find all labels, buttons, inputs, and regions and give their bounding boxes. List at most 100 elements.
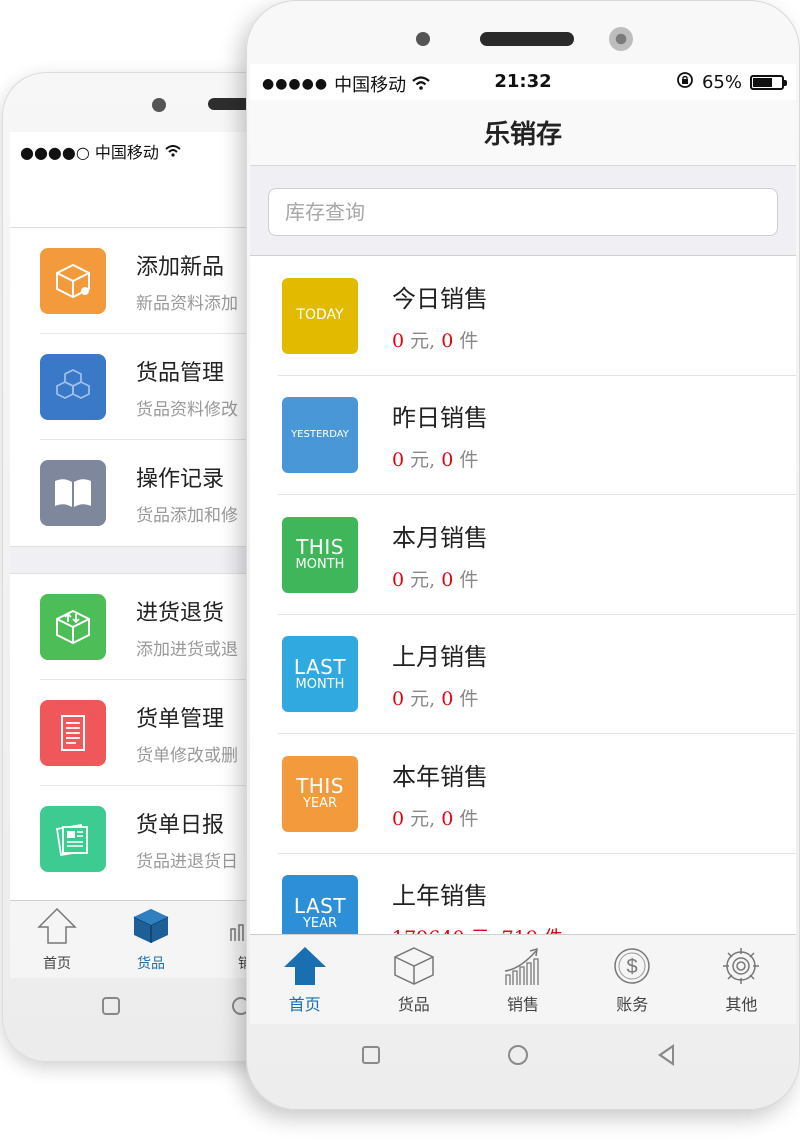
list-item-this-year[interactable]: THIS YEAR 本年销售 0 元, 0 件: [250, 734, 796, 854]
tab-goods[interactable]: 货品: [359, 935, 468, 1024]
unit-jian: 件: [459, 807, 479, 830]
nav-home-button[interactable]: [102, 997, 120, 1015]
speaker-dot: [416, 32, 430, 46]
icon-text-line1: LAST: [293, 893, 347, 918]
tab-label: 首页: [43, 955, 71, 972]
icon-text-line1: LAST: [293, 654, 347, 679]
list-item-yesterday[interactable]: YESTERDAY 昨日销售 0 元, 0 件: [250, 376, 796, 496]
icon-text: YESTERDAY: [291, 429, 349, 440]
today-icon: TODAY: [282, 277, 358, 354]
item-title: 添加新品: [136, 254, 225, 280]
list-item-last-month[interactable]: LAST MONTH 上月销售 0 元, 0 件: [250, 615, 796, 735]
cube-outline-icon: [391, 945, 437, 987]
list-item-this-month[interactable]: THIS MONTH 本月销售 0 元, 0 件: [250, 495, 796, 615]
unit-jian: 件: [459, 568, 479, 591]
cube-add-icon: [40, 248, 106, 314]
item-label: 上年销售: [392, 882, 488, 911]
front-phone-screen: ●●●●● 中国移动 21:32 65% 乐销存 TODAY 今日销售: [250, 64, 796, 1024]
wifi-icon: [165, 142, 181, 161]
icon-text: TODAY: [296, 307, 344, 324]
last-month-icon: LAST MONTH: [282, 636, 358, 713]
tab-label: 账务: [616, 994, 649, 1014]
cubes-icon: [40, 354, 106, 420]
icon-text-line2: YEAR: [302, 796, 338, 812]
item-value: 0 元, 0 件: [392, 326, 488, 353]
system-nav-bar: [246, 1040, 800, 1076]
yesterday-icon: YESTERDAY: [282, 397, 358, 474]
item-title: 进货退货: [136, 600, 225, 626]
back-button[interactable]: [658, 1044, 674, 1066]
icon-text-line2: MONTH: [295, 676, 345, 692]
camera-icon: [609, 27, 633, 51]
icon-text-line1: THIS: [296, 774, 344, 799]
rotation-lock-icon: [676, 71, 694, 94]
book-icon: [40, 460, 106, 526]
tab-label: 货品: [397, 994, 430, 1014]
unit-yuan: 元,: [410, 688, 436, 711]
speaker-slot: [480, 32, 574, 46]
item-subtitle: 货单修改或删: [136, 745, 238, 766]
tab-label: 首页: [288, 994, 321, 1014]
count: 0: [441, 688, 454, 711]
item-label: 昨日销售: [392, 404, 488, 433]
item-subtitle: 添加进货或退: [136, 639, 238, 660]
sales-list: TODAY 今日销售 0 元, 0 件 YESTERDAY 昨日销售 0 元, …: [250, 256, 796, 973]
status-bar: ●●●●● 中国移动 21:32 65%: [250, 64, 796, 100]
unit-yuan: 元,: [410, 329, 436, 352]
dollar-coin-icon: $: [609, 945, 655, 987]
count: 0: [441, 807, 454, 830]
item-value: 0 元, 0 件: [392, 804, 488, 831]
item-label: 今日销售: [392, 284, 488, 313]
list-item-today[interactable]: TODAY 今日销售 0 元, 0 件: [250, 256, 796, 376]
count: 0: [441, 568, 454, 591]
item-title: 货品管理: [136, 360, 225, 386]
icon-text-line2: YEAR: [302, 915, 338, 931]
tab-home[interactable]: 首页: [250, 935, 359, 1024]
unit-jian: 件: [459, 688, 479, 711]
this-year-icon: THIS YEAR: [282, 755, 358, 832]
item-title: 货单管理: [136, 706, 225, 732]
item-label: 本月销售: [392, 523, 488, 552]
svg-text:$: $: [627, 956, 638, 978]
battery-percent: 65%: [701, 72, 742, 93]
item-label: 本年销售: [392, 762, 488, 791]
item-label: 上月销售: [392, 643, 488, 672]
tab-accounts[interactable]: $ 账务: [578, 935, 687, 1024]
unit-jian: 件: [459, 329, 479, 352]
icon-text-line1: THIS: [296, 535, 344, 560]
count: 0: [441, 329, 454, 352]
item-subtitle: 货品进退货日: [136, 851, 238, 872]
document-icon: [40, 700, 106, 766]
unit-yuan: 元,: [410, 568, 436, 591]
carrier: ●●●●○ 中国移动: [20, 143, 159, 162]
gear-icon: [718, 945, 764, 987]
item-subtitle: 货品添加和修: [136, 505, 238, 526]
amount: 0: [392, 449, 405, 472]
home-outline-icon: [37, 907, 77, 949]
home-button[interactable]: [508, 1045, 528, 1065]
search-bar: [250, 166, 796, 256]
tab-home[interactable]: 首页: [10, 901, 104, 978]
this-month-icon: THIS MONTH: [282, 516, 358, 593]
item-value: 0 元, 0 件: [392, 445, 488, 472]
count: 0: [441, 449, 454, 472]
page-title: 乐销存: [250, 100, 796, 166]
battery-icon: [750, 75, 787, 90]
recent-apps-button[interactable]: [362, 1046, 380, 1064]
search-input[interactable]: [268, 188, 778, 236]
tab-label: 其他: [725, 994, 758, 1014]
box-exchange-icon: [40, 594, 106, 660]
item-subtitle: 新品资料添加: [136, 293, 238, 314]
tab-label: 销售: [507, 994, 540, 1014]
amount: 0: [392, 807, 405, 830]
item-subtitle: 货品资料修改: [136, 399, 238, 420]
home-filled-icon: [282, 945, 328, 987]
speaker-dot: [152, 98, 166, 112]
item-title: 货单日报: [136, 812, 225, 838]
tab-label: 货品: [137, 955, 165, 972]
tab-goods[interactable]: 货品: [104, 901, 198, 978]
tab-other[interactable]: 其他: [687, 935, 796, 1024]
item-title: 操作记录: [136, 466, 225, 492]
tab-bar: 首页 货品 销售 $ 账务 其他: [250, 934, 796, 1024]
tab-sales[interactable]: 销售: [468, 935, 577, 1024]
